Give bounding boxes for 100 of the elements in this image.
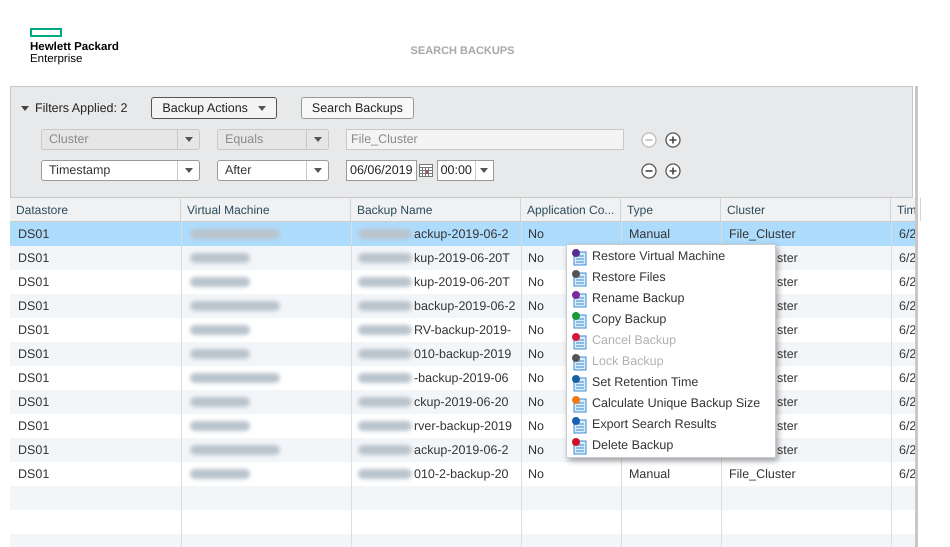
- time-dropdown[interactable]: 00:00: [436, 160, 494, 181]
- blurred-text: [358, 469, 412, 479]
- table-cell-text: 6/2: [899, 226, 916, 243]
- blurred-text: [190, 349, 250, 359]
- blurred-text: [190, 325, 250, 335]
- logo-rectangle-icon: [30, 28, 62, 37]
- remove-icon[interactable]: [641, 162, 657, 178]
- menu-item[interactable]: Restore Virtual Machine: [567, 246, 775, 267]
- dropdown[interactable]: After: [217, 160, 329, 181]
- table-cell: DS01: [18, 418, 50, 433]
- table-row[interactable]: DS01 ackup-2019-06-2 No Manual File_Cluster 6/2: [10, 222, 915, 246]
- table-cell-text: 6/2: [899, 250, 916, 267]
- blurred-text: [358, 253, 412, 263]
- date-field[interactable]: 06/06/2019: [346, 160, 417, 181]
- table-cell-text: kup-2019-06-20T: [414, 250, 510, 267]
- table-cell-text: No: [528, 346, 544, 363]
- table-cell: DS01: [18, 442, 50, 457]
- table-cell-text: Manual: [629, 226, 670, 243]
- caret-icon: [184, 168, 192, 173]
- blurred-text: [358, 373, 412, 383]
- document-icon: [571, 352, 587, 370]
- table-cell-text: ster: [777, 418, 798, 435]
- document-icon: [571, 332, 587, 350]
- document-icon: [571, 248, 587, 266]
- dropdown[interactable]: Timestamp: [41, 160, 200, 181]
- table-cell-text: ster: [777, 274, 798, 291]
- table-cell-text: No: [528, 418, 544, 435]
- blurred-text: [358, 277, 412, 287]
- document-icon: [571, 290, 587, 308]
- column-header[interactable]: Cluster: [721, 198, 891, 221]
- table-cell-text: 6/2: [899, 298, 916, 315]
- table-cell-text: backup-2019-06-2: [414, 298, 516, 315]
- table-cell-text: No: [528, 370, 544, 387]
- add-icon[interactable]: [665, 132, 681, 148]
- table-cell-text: 6/2: [899, 346, 916, 363]
- table-cell-text: No: [528, 226, 544, 243]
- column-header[interactable]: Type: [621, 198, 721, 221]
- caret-icon: [184, 137, 192, 142]
- brand-name: Hewlett Packard: [30, 41, 119, 53]
- table-cell-text: ster: [777, 298, 798, 315]
- blurred-text: [190, 469, 250, 479]
- calendar-icon[interactable]: [418, 164, 433, 177]
- table-cell: DS01: [18, 274, 50, 289]
- table-cell-text: 6/2: [899, 418, 916, 435]
- filters-summary: Filters Applied: 2: [35, 100, 128, 117]
- menu-item[interactable]: Set Retention Time: [567, 372, 775, 393]
- table-cell-text: No: [528, 442, 544, 459]
- table-cell-text: ackup-2019-06-2: [414, 226, 509, 243]
- column-header[interactable]: Backup Name: [351, 198, 521, 221]
- blurred-text: [358, 397, 412, 407]
- table-cell-text: ster: [777, 250, 798, 267]
- menu-item[interactable]: Calculate Unique Backup Size: [567, 393, 775, 414]
- table-cell-text: No: [528, 322, 544, 339]
- table-cell-text: ster: [777, 370, 798, 387]
- blurred-text: [190, 421, 250, 431]
- backup-actions-button[interactable]: Backup Actions: [151, 97, 277, 119]
- document-icon: [571, 394, 587, 412]
- caret-icon: [258, 106, 266, 110]
- expand-caret-icon[interactable]: [21, 106, 29, 110]
- table-cell-text: No: [528, 250, 544, 267]
- table-cell-text: 010-2-backup-20: [414, 466, 509, 483]
- table-cell: DS01: [18, 226, 50, 241]
- table-cell-text: rver-backup-2019: [414, 418, 512, 435]
- table-cell-text: ackup-2019-06-2: [414, 442, 509, 459]
- blurred-text: [358, 325, 412, 335]
- table-cell-text: No: [528, 466, 544, 483]
- menu-item[interactable]: Delete Backup: [567, 435, 775, 456]
- table-cell-text: kup-2019-06-20T: [414, 274, 510, 291]
- blurred-text: [358, 229, 412, 239]
- table-cell-text: ckup-2019-06-20: [414, 394, 509, 411]
- column-header[interactable]: Virtual Machine: [181, 198, 351, 221]
- blurred-text: [190, 253, 250, 263]
- table-cell-text: No: [528, 394, 544, 411]
- table-cell-text: Manual: [629, 466, 670, 483]
- search-backups-button[interactable]: Search Backups: [300, 97, 414, 119]
- menu-item[interactable]: Restore Files: [567, 267, 775, 288]
- column-header[interactable]: Datastore: [10, 198, 181, 221]
- table-cell-text: File_Cluster: [729, 466, 796, 483]
- document-icon: [571, 310, 587, 328]
- table-cell-text: RV-backup-2019-: [414, 322, 512, 339]
- table-cell-text: ster: [777, 322, 798, 339]
- column-header[interactable]: Application Co...: [521, 198, 621, 221]
- table-cell: DS01: [18, 322, 50, 337]
- blurred-text: [358, 421, 412, 431]
- table-cell: DS01: [18, 298, 50, 313]
- table-cell: DS01: [18, 346, 50, 361]
- table-cell-text: 6/2: [899, 442, 916, 459]
- table-cell-text: No: [528, 274, 544, 291]
- add-icon[interactable]: [665, 162, 681, 178]
- menu-item[interactable]: Export Search Results: [567, 414, 775, 435]
- table-cell-text: 6/2: [899, 394, 916, 411]
- blurred-text: [358, 349, 412, 359]
- table-cell-text: -backup-2019-06: [414, 370, 509, 387]
- brand-subtitle: Enterprise: [30, 53, 84, 65]
- table-cell-text: File_Cluster: [729, 226, 796, 243]
- table-cell-text: ster: [777, 442, 798, 459]
- table-cell-text: No: [528, 298, 544, 315]
- caret-icon: [314, 168, 322, 173]
- table-cell: DS01: [18, 394, 50, 409]
- caret-icon: [314, 137, 322, 142]
